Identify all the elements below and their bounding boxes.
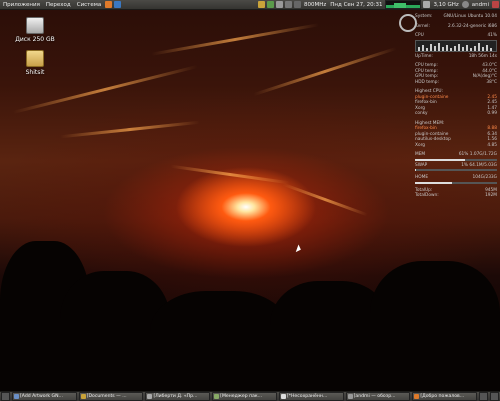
window-title: [Менеджер пак... [220,394,263,399]
package-icon [214,394,220,399]
help-icon[interactable] [114,1,122,8]
process-name: Xorg [415,142,425,148]
conky-monitor: System: GNU/Linux Ubuntu 10.04 Kernel: 2… [399,14,497,199]
cpu-frequency[interactable]: 800MHz [302,2,328,8]
folder-icon [26,50,44,67]
window-title: [Add Artwork GN... [20,394,63,399]
value: 38°C [486,79,497,85]
document-icon [147,394,153,399]
tree-silhouette [150,291,290,391]
keyboard-icon[interactable] [423,1,431,8]
conky-uptime: UpTime: 18h 56m 14s [415,54,497,60]
process-value: 4.85 [487,142,497,148]
network-icon[interactable] [267,1,274,8]
window-title: [Либерти Д. «Пр... [153,394,198,399]
cloud-streak [170,164,290,185]
text-editor-icon [280,394,286,399]
label: Kernel: [415,23,430,29]
desktop-icon-label: Диск 250 GB [15,36,55,43]
window-title: [Добро пожалов... [420,394,465,399]
process-row: Xorg 4.85 [415,143,497,149]
desktop-icon-label: Shitsit [25,69,45,76]
window-title: [Documents — ... [86,394,127,399]
label: UpTime: [415,53,433,59]
window-title: [*Несохранённ... [286,394,328,399]
user-icon[interactable] [461,1,469,8]
cloud-streak [282,182,368,217]
label: SWAP [415,162,428,168]
drive-icon [26,17,44,34]
conky-home: HOME 104G/233G [415,175,497,181]
conky-kernel: Kernel: 2.6.32-24-generic i686 [415,24,497,30]
battery-icon[interactable] [294,1,301,8]
value: GNU/Linux Ubuntu 10.04 [443,14,497,19]
firefox-icon [414,394,420,399]
ubuntu-logo-icon [399,14,417,32]
home-bar [415,181,497,184]
volume-icon[interactable] [285,1,292,8]
process-name: conky [415,111,428,116]
cpu-graph [415,39,497,52]
folder-icon [80,394,86,399]
swap-bar [415,169,497,171]
firefox-icon[interactable] [105,1,113,8]
window-title: [andmi — обозр... [353,394,396,399]
cloud-streak [60,120,200,139]
value: 1% 64.1M/5.03G [461,162,497,168]
label: TotalDown: [415,193,439,198]
folder-icon[interactable] [258,1,265,8]
value: 18h 56m 14s [468,53,497,59]
conky-system: System: GNU/Linux Ubuntu 10.04 [415,14,497,20]
user-name[interactable]: andmi [470,2,491,8]
conky-hdd-temp: HDD temp: 38°C [415,80,497,86]
value: 192M [485,193,497,198]
tree-silhouette [370,261,500,391]
menu-system[interactable]: Система [74,2,105,8]
process-row: conky 0.99 [415,111,497,117]
value: 41% [487,33,497,38]
value: 104G/233G [472,175,497,180]
mail-icon[interactable] [276,1,283,8]
window-icon [14,394,19,399]
label: HOME [415,175,429,180]
process-value: 0.99 [487,111,497,116]
desktop-icon-folder[interactable]: Shitsit [12,50,58,76]
menu-places[interactable]: Переход [43,2,74,8]
label: HDD temp: [415,79,439,85]
power-icon[interactable] [492,1,499,8]
conky-cpu: CPU 41% [415,33,497,39]
file-browser-icon [347,394,353,399]
top-panel: Приложения Переход Система 800MHz Пнд Се… [0,0,500,10]
label: System: [415,14,433,19]
conky-mem: MEM 61% 1.07G/1.72G [415,152,497,158]
value: 61% 1.07G/1.72G [458,152,497,157]
label: MEM [415,152,426,157]
cloud-streak [151,23,319,56]
cpu-frequency-applet[interactable]: 3,10 GHz [431,2,460,8]
menu-applications[interactable]: Приложения [0,2,43,8]
cloud-streak [253,46,397,97]
system-monitor-graph[interactable] [385,0,422,9]
conky-swap: SWAP 1% 64.1M/5.03G [415,163,497,169]
desktop-icon-drive[interactable]: Диск 250 GB [12,17,58,43]
mem-bar [415,158,497,161]
value: 2.6.32-24-generic i686 [447,23,497,29]
conky-total-down: TotalDown: 192M [415,193,497,199]
clock[interactable]: Пнд Сен 27, 20:31 [328,2,384,8]
label: CPU [415,33,424,38]
